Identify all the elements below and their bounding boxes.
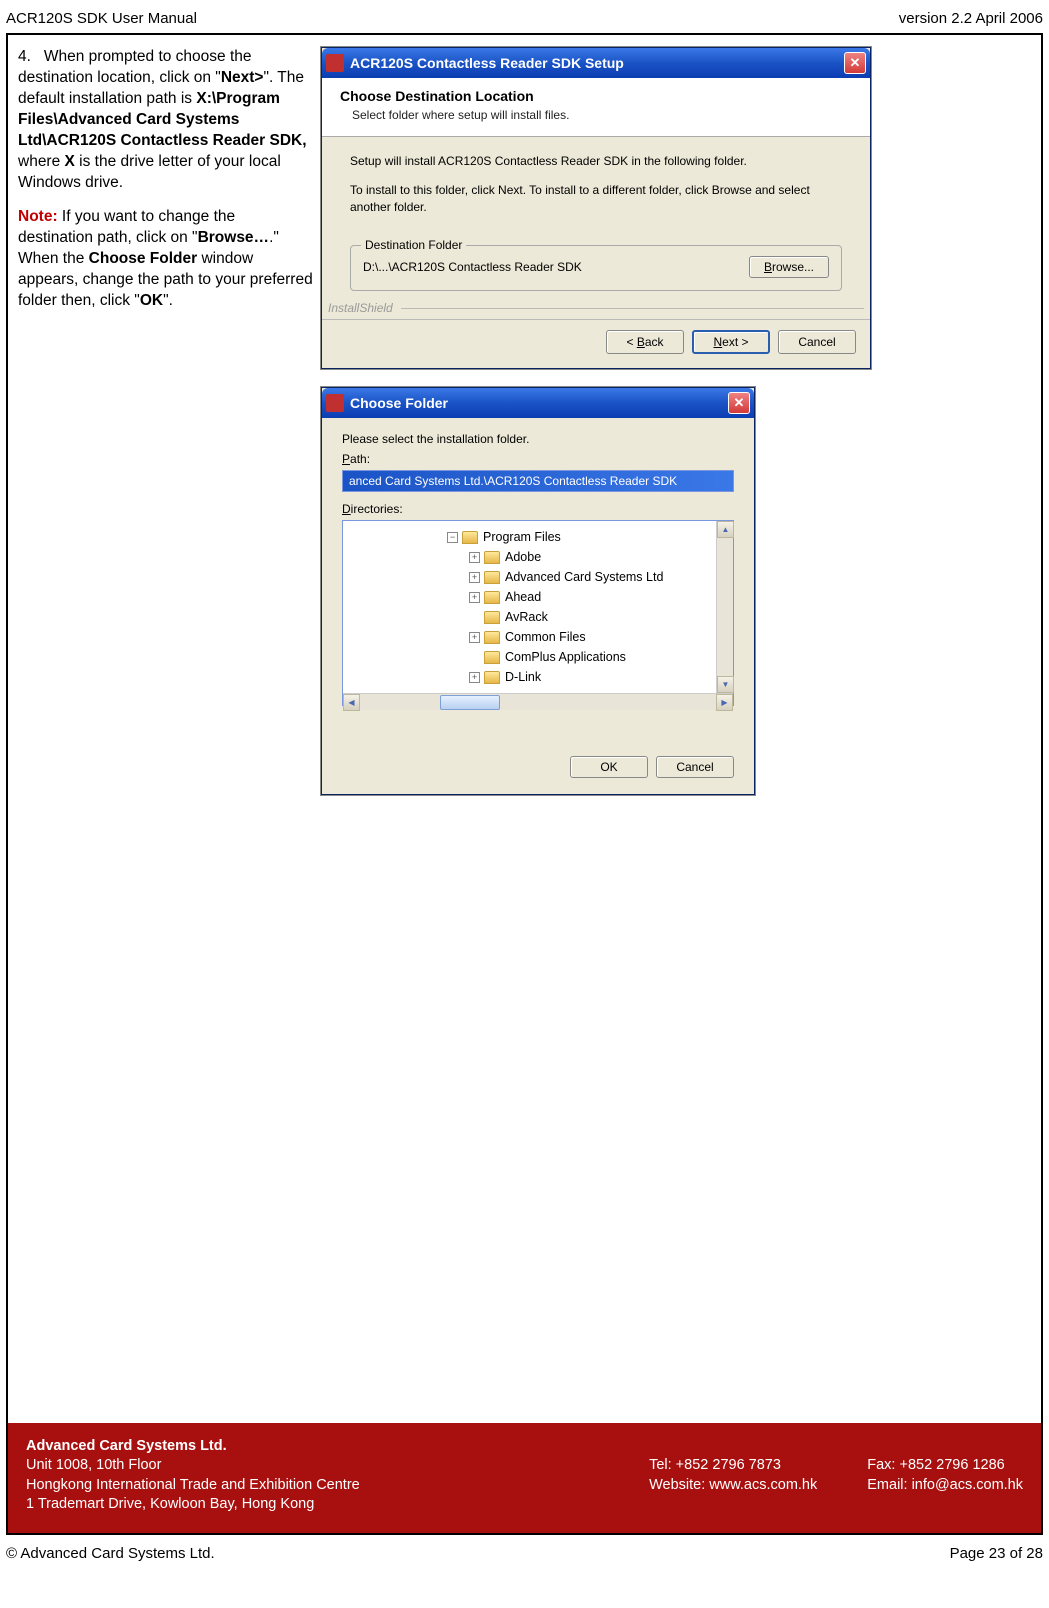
vertical-scrollbar[interactable]: ▲ ▼ [716,521,733,693]
text-fragment: When prompted to choose the destination … [18,48,252,86]
browse-button[interactable]: Browse... [749,256,829,278]
doc-version: version 2.2 April 2006 [899,10,1043,27]
choose-folder-window: Choose Folder ✕ Please select the instal… [321,387,755,795]
tree-item[interactable]: + Adobe [347,547,712,567]
text-fragment: ". [163,292,173,309]
path-input[interactable]: anced Card Systems Ltd.\ACR120S Contactl… [342,470,734,492]
path-label: ath: [350,452,370,466]
folder-label: AvRack [505,610,548,624]
folder-icon [484,571,500,584]
scroll-down-icon[interactable]: ▼ [717,676,734,693]
window-title: ACR120S Contactless Reader SDK Setup [350,55,624,71]
folder-label: Adobe [505,550,541,564]
app-icon [326,394,344,412]
label-underline: P [342,452,350,466]
ok-keyword: OK [140,292,163,309]
horizontal-scrollbar[interactable]: ◀ ▶ [343,693,733,710]
address-line: Unit 1008, 10th Floor [26,1456,649,1476]
wizard-header: Choose Destination Location Select folde… [322,78,870,137]
step-number: 4. [18,48,31,65]
page-number: Page 23 of 28 [950,1545,1043,1562]
wizard-title: Choose Destination Location [340,88,852,104]
folder-icon [484,611,500,624]
expand-icon[interactable]: + [469,552,480,563]
ok-button[interactable]: OK [570,756,648,778]
drive-letter: X [65,153,75,170]
website: Website: www.acs.com.hk [649,1476,817,1496]
close-icon[interactable]: ✕ [728,392,750,414]
close-icon[interactable]: ✕ [844,52,866,74]
folder-icon [484,671,500,684]
tree-item[interactable]: + Common Files [347,627,712,647]
next-keyword: Next> [221,69,264,86]
copyright: © Advanced Card Systems Ltd. [6,1545,215,1562]
folder-icon [484,591,500,604]
email: Email: info@acs.com.hk [867,1476,1023,1496]
expand-icon[interactable]: + [469,572,480,583]
note-label: Note: [18,208,58,225]
tree-item[interactable]: +ComPlus Applications [347,647,712,667]
destination-path: D:\...\ACR120S Contactless Reader SDK [363,260,582,274]
choose-folder-body: Please select the installation folder. P… [322,418,754,716]
fax: Fax: +852 2796 1286 [867,1456,1023,1476]
window-title: Choose Folder [350,395,448,411]
directories-label: irectories: [351,502,403,516]
directory-tree[interactable]: − Program Files + Adobe + Advanced Card Sys… [342,520,734,706]
installer-window: ACR120S Contactless Reader SDK Setup ✕ C… [321,47,871,369]
body-text: Setup will install ACR120S Contactless R… [350,153,842,170]
cancel-button[interactable]: Cancel [656,756,734,778]
address-line: Hongkong International Trade and Exhibit… [26,1476,649,1496]
scroll-right-icon[interactable]: ▶ [716,694,733,711]
cancel-button[interactable]: Cancel [778,330,856,354]
folder-icon [484,651,500,664]
text-fragment: where [18,153,65,170]
group-legend: Destination Folder [361,238,466,252]
label-underline: D [342,502,351,516]
tree-item[interactable]: +AvRack [347,607,712,627]
installshield-label: InstallShield [328,301,393,315]
folder-icon [462,531,478,544]
collapse-icon[interactable]: − [447,532,458,543]
folder-label: Ahead [505,590,541,604]
wizard-body: Setup will install ACR120S Contactless R… [322,137,870,301]
browse-keyword: Browse… [198,229,270,246]
folder-label: D-Link [505,670,541,684]
expand-icon[interactable]: + [469,632,480,643]
telephone: Tel: +852 2796 7873 [649,1456,817,1476]
wizard-buttons: < Back Next > Cancel [322,320,870,368]
scroll-thumb[interactable] [440,695,500,710]
tree-item[interactable]: + Ahead [347,587,712,607]
wizard-subtitle: Select folder where setup will install f… [352,108,852,122]
tree-item[interactable]: + Advanced Card Systems Ltd [347,567,712,587]
tree-item[interactable]: − Program Files [347,527,712,547]
body-text: To install to this folder, click Next. T… [350,182,842,216]
folder-icon [484,551,500,564]
titlebar[interactable]: ACR120S Contactless Reader SDK Setup ✕ [322,48,870,78]
expand-icon[interactable]: + [469,672,480,683]
instruction-text: 4. When prompted to choose the destinati… [18,47,313,813]
folder-icon [484,631,500,644]
company-name: Advanced Card Systems Ltd. [26,1437,649,1457]
titlebar[interactable]: Choose Folder ✕ [322,388,754,418]
address-line: 1 Trademart Drive, Kowloon Bay, Hong Kon… [26,1495,649,1515]
folder-label: Common Files [505,630,586,644]
app-icon [326,54,344,72]
tree-item[interactable]: + D-Link [347,667,712,687]
destination-folder-group: Destination Folder D:\...\ACR120S Contac… [350,245,842,291]
back-button[interactable]: < Back [606,330,684,354]
expand-icon[interactable]: + [469,592,480,603]
dialog-buttons: OK Cancel [322,716,754,794]
next-button[interactable]: Next > [692,330,770,354]
doc-title: ACR120S SDK User Manual [6,10,197,27]
scroll-up-icon[interactable]: ▲ [717,521,734,538]
folder-label: Advanced Card Systems Ltd [505,570,663,584]
company-footer: Advanced Card Systems Ltd. Unit 1008, 10… [8,1423,1041,1533]
choose-folder-keyword: Choose Folder [89,250,198,267]
scroll-left-icon[interactable]: ◀ [343,694,360,711]
folder-label: Program Files [483,530,561,544]
browse-button-label: rowse... [772,260,814,274]
folder-label: ComPlus Applications [505,650,626,664]
dialog-instruction: Please select the installation folder. [342,432,734,446]
